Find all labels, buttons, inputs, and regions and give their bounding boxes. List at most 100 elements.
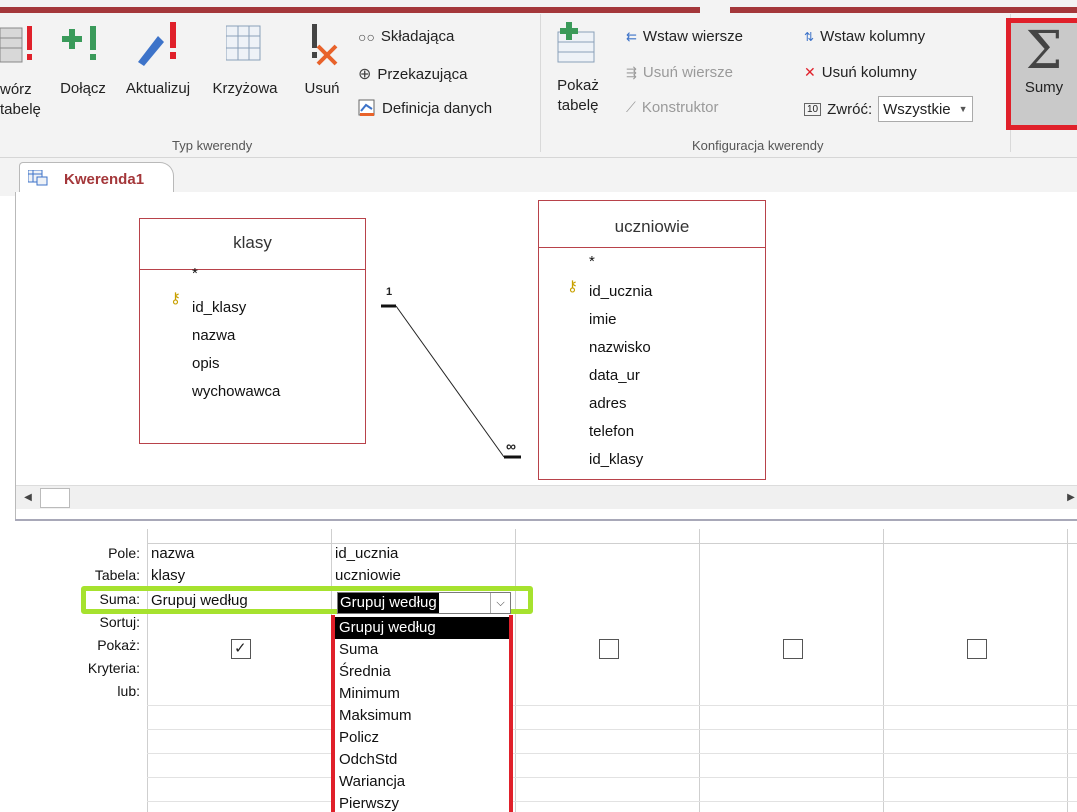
union-label: Składająca: [380, 28, 455, 45]
table-uczniowie[interactable]: uczniowie * ⚷ id_ucznia imie nazwisko da…: [538, 200, 766, 480]
delete-query-icon: [312, 24, 338, 66]
document-tab-strip: Kwerenda1: [0, 158, 1077, 196]
row-label-field: Pole:: [108, 545, 140, 561]
append-label: Dołącz: [60, 80, 106, 97]
field-klasy-id_klasy[interactable]: id_klasy: [192, 299, 246, 316]
dropdown-option[interactable]: Średnia: [335, 661, 509, 683]
grid-row-divider: [147, 705, 1077, 706]
chevron-down-icon: ▼: [958, 104, 968, 114]
field-uczniowie-adres[interactable]: adres: [589, 395, 627, 412]
insert-columns-icon: ⇅: [804, 29, 815, 44]
delete-rows-icon: ⇶: [626, 64, 637, 80]
crosstab-button[interactable]: Krzyżowa: [204, 18, 286, 128]
update-button[interactable]: Aktualizuj: [114, 18, 202, 128]
dropdown-option[interactable]: Minimum: [335, 683, 509, 705]
primary-key-icon: ⚷: [170, 290, 181, 307]
row-label-show: Pokaż:: [97, 637, 140, 653]
horizontal-scrollbar[interactable]: ◀ ▶: [16, 485, 1077, 509]
dropdown-option[interactable]: Pierwszy: [335, 793, 509, 812]
delete-columns-label: Usuń kolumny: [821, 64, 917, 81]
make-table-label: wórz tabelę: [0, 81, 41, 118]
col1-show-checkbox[interactable]: ✓: [231, 639, 251, 659]
col4-show-checkbox[interactable]: [783, 639, 803, 659]
col1-field[interactable]: nazwa: [151, 545, 194, 562]
col2-field[interactable]: id_ucznia: [335, 545, 398, 562]
chevron-down-icon[interactable]: ⌵: [490, 593, 510, 613]
field-klasy-opis[interactable]: opis: [192, 355, 220, 372]
dropdown-option[interactable]: OdchStd: [335, 749, 509, 771]
relationship-one-label: 1: [386, 286, 393, 298]
relationship-many-label: ∞: [506, 438, 516, 454]
return-select-value: Wszystkie: [883, 100, 951, 118]
show-table-button[interactable]: Pokaż tabelę: [548, 18, 608, 157]
delete-query-label: Usuń: [304, 80, 340, 97]
field-uczniowie-id_ucznia[interactable]: id_ucznia: [589, 283, 652, 300]
grid-row-labels: Pole: Tabela: Suma: Sortuj: Pokaż: Kryte…: [15, 521, 140, 812]
scroll-left-button[interactable]: ◀: [18, 489, 38, 507]
query-grid: Pole: Tabela: Suma: Sortuj: Pokaż: Kryte…: [15, 519, 1077, 812]
grid-row-divider: [147, 543, 1077, 544]
totals-button[interactable]: Σ Sumy: [1011, 21, 1077, 125]
col2-total-value: Grupuj według: [338, 593, 439, 613]
col3-show-checkbox[interactable]: [599, 639, 619, 659]
builder-button[interactable]: ⟋ Konstruktor: [626, 99, 719, 116]
insert-rows-icon: ⇇: [626, 28, 637, 44]
grid-row-divider: [147, 729, 1077, 730]
builder-label: Konstruktor: [641, 99, 719, 116]
dropdown-option[interactable]: Grupuj według: [335, 617, 509, 639]
field-klasy-all[interactable]: *: [192, 265, 198, 282]
primary-key-icon: ⚷: [567, 278, 578, 295]
field-klasy-wychowawca[interactable]: wychowawca: [192, 383, 280, 400]
group-separator: [540, 14, 541, 152]
delete-query-button[interactable]: Usuń: [292, 18, 352, 128]
table-pane: klasy * ⚷ id_klasy nazwa opis wychowawca…: [16, 192, 1077, 517]
append-button[interactable]: Dołącz: [52, 18, 114, 128]
table-klasy[interactable]: klasy * ⚷ id_klasy nazwa opis wychowawca: [139, 218, 366, 444]
grid-column-divider: [883, 529, 884, 812]
dropdown-option[interactable]: Maksimum: [335, 705, 509, 727]
return-icon: 10: [804, 102, 822, 116]
tab-kwerenda1[interactable]: Kwerenda1: [19, 162, 174, 196]
scroll-right-button[interactable]: ▶: [1064, 489, 1077, 507]
field-klasy-nazwa[interactable]: nazwa: [192, 327, 235, 344]
col1-table[interactable]: klasy: [151, 567, 185, 584]
make-table-icon: [0, 26, 32, 63]
make-table-button[interactable]: wórz tabelę: [0, 18, 42, 128]
table-klasy-title: klasy: [233, 233, 272, 252]
tab-title: Kwerenda1: [64, 171, 145, 188]
delete-rows-button[interactable]: ⇶ Usuń wiersze: [626, 64, 733, 81]
delete-columns-button[interactable]: ✕ Usuń kolumny: [804, 64, 917, 81]
col5-show-checkbox[interactable]: [967, 639, 987, 659]
query-setup-group-label: Konfiguracja kwerendy: [692, 138, 824, 153]
col2-table[interactable]: uczniowie: [335, 567, 401, 584]
col2-total-select[interactable]: Grupuj według ⌵: [337, 592, 511, 614]
grid-column-divider: [1067, 529, 1068, 812]
dropdown-option[interactable]: Suma: [335, 639, 509, 661]
delete-rows-label: Usuń wiersze: [642, 64, 733, 81]
dropdown-option[interactable]: Wariancja: [335, 771, 509, 793]
scroll-thumb[interactable]: [40, 488, 70, 508]
field-uczniowie-id_klasy[interactable]: id_klasy: [589, 451, 643, 468]
field-uczniowie-all[interactable]: *: [589, 253, 595, 270]
data-definition-button[interactable]: Definicja danych: [358, 99, 492, 117]
totals-label: Sumy: [1024, 79, 1064, 96]
field-uczniowie-data_ur[interactable]: data_ur: [589, 367, 640, 384]
grid-row-divider: [147, 801, 1077, 802]
union-button[interactable]: ○○ Składająca: [358, 28, 454, 45]
insert-rows-button[interactable]: ⇇ Wstaw wiersze: [626, 28, 743, 45]
field-uczniowie-telefon[interactable]: telefon: [589, 423, 634, 440]
delete-columns-icon: ✕: [804, 64, 816, 80]
query-icon: [28, 170, 48, 186]
sigma-icon: Σ: [1025, 21, 1063, 81]
update-label: Aktualizuj: [125, 80, 191, 97]
table-title-separator: [539, 247, 765, 248]
dropdown-option[interactable]: Policz: [335, 727, 509, 749]
insert-columns-label: Wstaw kolumny: [820, 28, 926, 45]
pass-through-button[interactable]: ⊕ Przekazująca: [358, 64, 467, 84]
field-uczniowie-imie[interactable]: imie: [589, 311, 617, 328]
union-icon: ○○: [358, 28, 375, 45]
return-select[interactable]: Wszystkie ▼: [878, 96, 973, 122]
insert-columns-button[interactable]: ⇅ Wstaw kolumny: [804, 28, 925, 45]
table-uczniowie-title: uczniowie: [614, 217, 690, 236]
field-uczniowie-nazwisko[interactable]: nazwisko: [589, 339, 651, 356]
